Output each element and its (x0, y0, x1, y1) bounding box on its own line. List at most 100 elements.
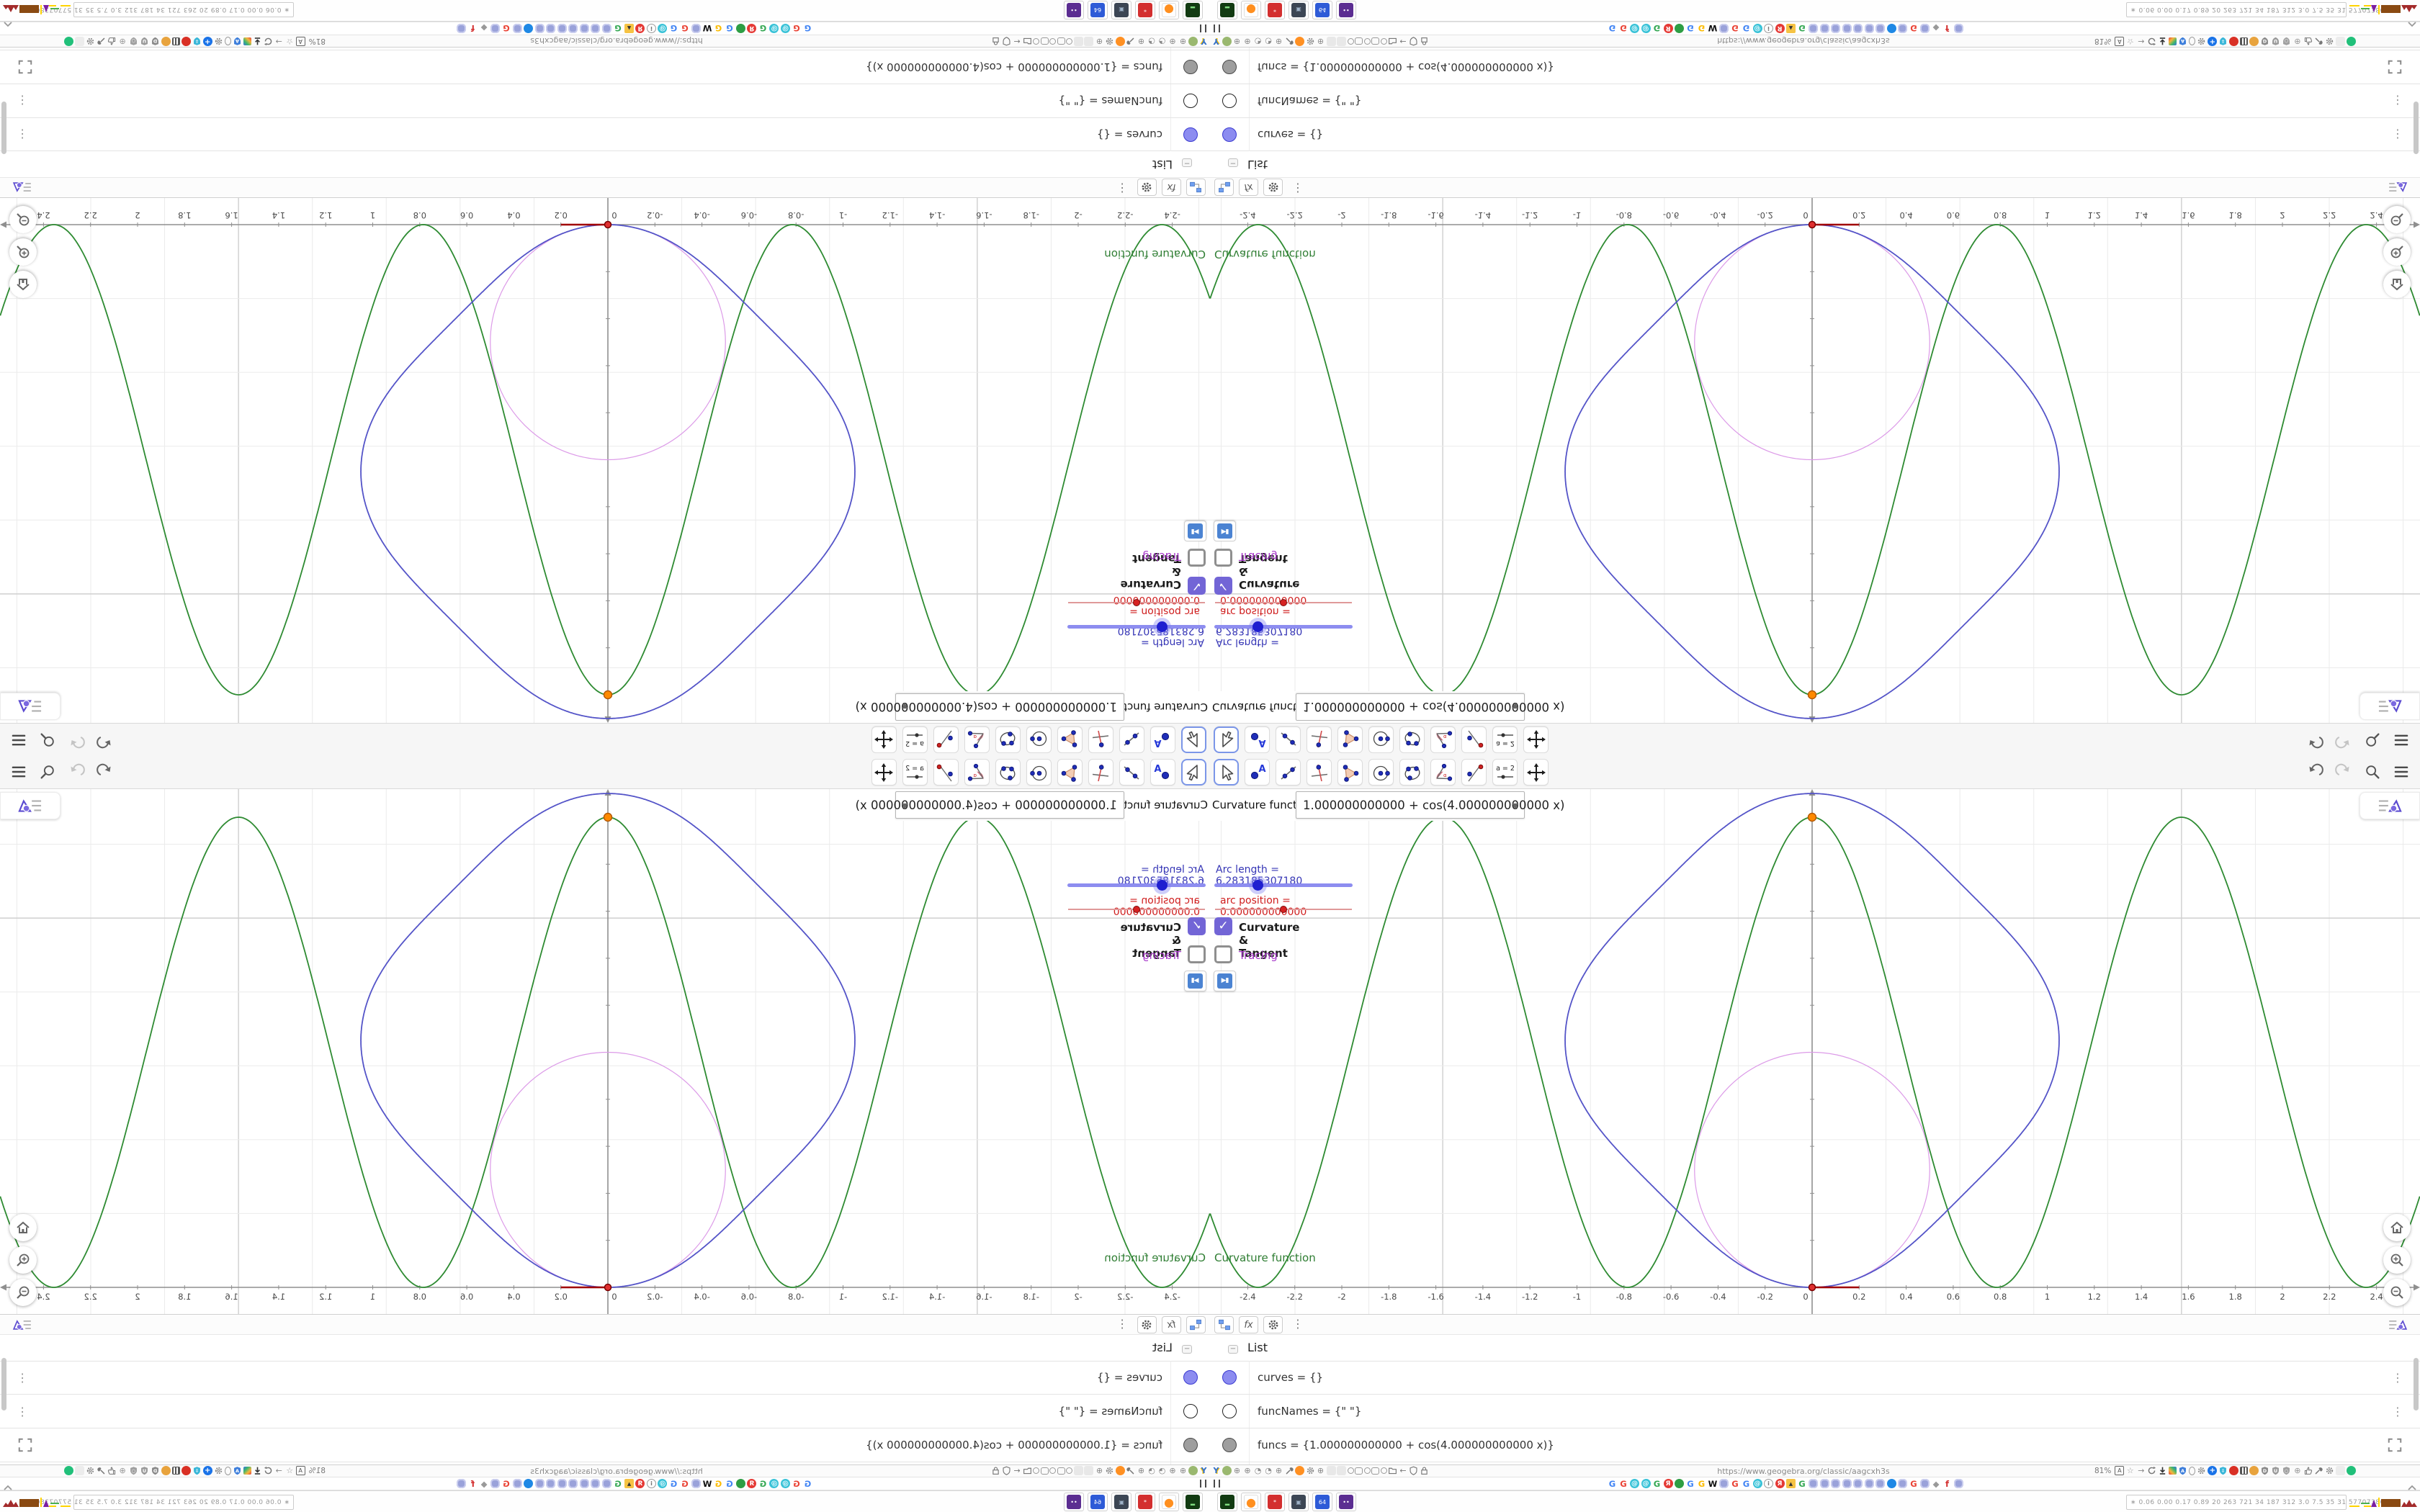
slider-tool[interactable]: a = 2 (902, 759, 928, 786)
gauge-icon[interactable]: ◔ (1147, 37, 1157, 46)
flower-favicon[interactable] (490, 1479, 500, 1488)
reader-mode-icon[interactable]: A (295, 1466, 305, 1475)
flower-favicon[interactable] (546, 1479, 556, 1488)
algebra-view-button[interactable] (1214, 1316, 1234, 1333)
shield-dot-icon[interactable]: ○ (129, 1466, 138, 1475)
tab-box-icon[interactable] (1371, 1467, 1379, 1475)
pen-extension-icon[interactable] (243, 1467, 251, 1475)
diamond-favicon[interactable]: ◆ (480, 24, 489, 34)
tab-circle-icon[interactable] (1347, 38, 1354, 45)
globe-icon[interactable]: ⊕ (118, 1466, 127, 1475)
line-tool[interactable] (1119, 759, 1144, 786)
google-favicon[interactable]: G (1742, 24, 1751, 34)
arc-length-slider[interactable] (1214, 880, 1353, 891)
curvature-function-dropdown[interactable]: 1.000000000000 + cos(4.000000000000 x) ▼ (1296, 693, 1564, 721)
circle-center-point-tool[interactable] (1026, 726, 1052, 753)
undo-button[interactable] (97, 732, 114, 749)
tab-box-icon[interactable] (1041, 1467, 1049, 1475)
forward-arrow-icon[interactable]: → (2136, 1466, 2146, 1475)
circle-extension-icon[interactable] (1188, 37, 1198, 46)
image-favicon[interactable]: ▲ (624, 1479, 634, 1488)
row-menu-dots[interactable]: ⋮ (2392, 127, 2403, 141)
gear-icon[interactable] (1106, 1466, 1115, 1475)
visibility-marble[interactable] (1183, 1370, 1198, 1385)
wrench-icon[interactable] (2314, 37, 2323, 46)
globe-icon[interactable]: ⊕ (2293, 1466, 2302, 1475)
firefox-app-icon[interactable]: ● (1159, 1493, 1179, 1511)
graphics-stylebar-button[interactable] (0, 792, 60, 819)
image-favicon[interactable]: ▲ (624, 24, 634, 33)
swirl-favicon[interactable]: @ (781, 1479, 790, 1488)
move-tool[interactable] (1214, 726, 1239, 753)
google-favicon[interactable]: G (803, 24, 812, 34)
home-button[interactable] (9, 271, 37, 298)
play-button[interactable]: ▶▮ (1184, 971, 1206, 991)
wikipedia-favicon[interactable]: W (703, 1479, 712, 1489)
status-dot-icon[interactable] (2347, 37, 2357, 46)
arc-position-slider[interactable] (1215, 599, 1352, 606)
status-dot-icon[interactable] (63, 1466, 73, 1475)
pause-icon[interactable] (1200, 24, 1206, 32)
info-favicon[interactable]: i (647, 24, 656, 33)
reader-mode-icon[interactable]: A (2115, 37, 2125, 46)
thumb-icon[interactable] (2303, 37, 2313, 46)
chat-favicon[interactable] (1886, 1479, 1896, 1488)
shield-dot-icon[interactable]: ○ (2282, 1466, 2291, 1475)
algebra-stylebar-button[interactable] (7, 1316, 37, 1333)
algebra-stylebar-button[interactable] (2383, 1316, 2413, 1333)
colorful-globe-icon[interactable] (161, 37, 171, 46)
zoom-out-button[interactable] (2383, 206, 2411, 233)
wikipedia-favicon[interactable]: W (1708, 1479, 1718, 1489)
flower-favicon[interactable] (1853, 1479, 1863, 1488)
arc-position-slider[interactable] (1068, 599, 1205, 606)
visibility-marble[interactable] (1222, 1404, 1237, 1418)
globe-icon[interactable]: ⊕ (1178, 1466, 1188, 1475)
flower-favicon[interactable] (1719, 1479, 1729, 1488)
yandex-favicon[interactable]: Я (747, 1479, 757, 1488)
google-favicon[interactable]: G (714, 1479, 723, 1489)
google-favicon[interactable]: G (1798, 1479, 1807, 1489)
fullscreen-icon[interactable] (17, 1437, 33, 1453)
tab-circle-icon[interactable] (1033, 38, 1040, 45)
disabled-extension-icon[interactable] (1326, 1466, 1336, 1475)
gear-icon[interactable] (2325, 1466, 2334, 1475)
flower-favicon[interactable] (1898, 24, 1907, 33)
google-favicon[interactable]: G (1798, 24, 1807, 34)
bookmark-star-icon[interactable]: ☆ (2125, 37, 2135, 46)
algebra-stylebar-button[interactable] (2383, 179, 2413, 196)
url-field[interactable]: https://www.geogebra.org/classic/aagcxh3… (472, 1467, 761, 1476)
arc-length-slider-knob[interactable] (1252, 880, 1263, 891)
oval-extension-icon[interactable] (2189, 37, 2196, 46)
list-collapse-button[interactable]: − (1182, 158, 1192, 167)
yandex-favicon[interactable]: Я (747, 24, 757, 33)
system-tray[interactable]: ∗ 0.06 0.00 0.17 0.89 20 263 721 34 187 … (2126, 2, 2385, 17)
home-button[interactable] (9, 1214, 37, 1241)
play-button[interactable]: ▶▮ (1214, 971, 1236, 991)
arc-position-slider[interactable] (1068, 906, 1205, 913)
info-favicon[interactable]: i (1764, 24, 1773, 33)
curves-row[interactable]: curves = {} ⋮ (0, 1361, 1210, 1395)
google-favicon[interactable]: G (803, 1479, 812, 1489)
disabled-extension-icon[interactable] (1074, 37, 1083, 46)
curvature-function-dropdown[interactable]: 1.000000000000 + cos(4.000000000000 x) ▼ (1296, 791, 1564, 819)
tracing-checkbox[interactable] (1214, 945, 1232, 963)
zoom-out-button[interactable] (9, 1279, 37, 1306)
colorful-globe-icon[interactable] (161, 1466, 171, 1475)
undo-button[interactable] (2306, 763, 2323, 780)
refresh-icon[interactable] (264, 1466, 273, 1475)
point-tool[interactable]: A (1150, 726, 1175, 753)
disabled-extension-icon[interactable] (1337, 37, 1346, 46)
shield-dot-icon[interactable]: ○ (2282, 37, 2291, 46)
google-favicon[interactable]: G (792, 24, 802, 34)
google-favicon[interactable]: G (614, 24, 623, 34)
fullscreen-icon[interactable] (2387, 1437, 2403, 1453)
disabled-extension-icon[interactable] (74, 1466, 84, 1475)
redo-button[interactable] (2335, 732, 2352, 749)
oval-extension-icon[interactable] (224, 1466, 231, 1475)
algebra-menu-dots[interactable]: ⋮ (1292, 181, 1304, 195)
flower-favicon[interactable] (1953, 1479, 1963, 1488)
globe-icon[interactable]: ⊕ (1316, 37, 1325, 46)
algebra-scrollbar[interactable] (2414, 1358, 2419, 1410)
polygon-tool[interactable] (1337, 726, 1363, 753)
red-extension-icon[interactable] (181, 1466, 191, 1475)
